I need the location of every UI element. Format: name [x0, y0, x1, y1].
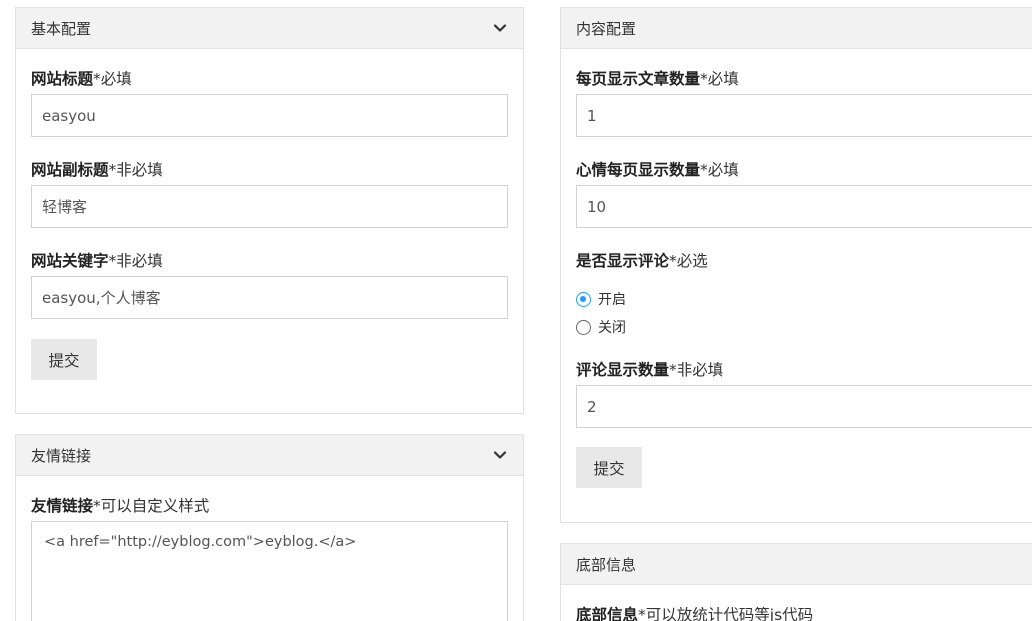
footer-info-header[interactable]: 底部信息 [561, 544, 1032, 585]
chevron-down-icon[interactable] [492, 447, 508, 463]
moods-per-page-input[interactable]: 10 [576, 185, 1032, 228]
site-subtitle-label: 网站副标题*非必填 [31, 161, 163, 179]
comment-count-input[interactable]: 2 [576, 385, 1032, 428]
footer-info-panel: 底部信息 底部信息*可以放统计代码等js代码 [560, 543, 1032, 621]
site-title-label: 网站标题*必填 [31, 70, 132, 88]
friend-links-title: 友情链接 [31, 446, 92, 465]
content-config-header[interactable]: 内容配置 [561, 8, 1032, 49]
friend-links-panel: 友情链接 友情链接*可以自定义样式 <a href="http://eyblog… [15, 434, 524, 621]
show-comments-label: 是否显示评论*必选 [576, 252, 708, 270]
comments-on-radio[interactable]: 开启 [576, 289, 626, 309]
content-config-title: 内容配置 [576, 19, 637, 38]
comments-off-radio[interactable]: 关闭 [576, 317, 626, 337]
comment-count-label: 评论显示数量*非必填 [576, 361, 724, 379]
friend-links-label: 友情链接*可以自定义样式 [31, 497, 210, 515]
friend-links-textarea[interactable]: <a href="http://eyblog.com">eyblog.</a> [31, 521, 508, 621]
site-keywords-label: 网站关键字*非必填 [31, 252, 163, 270]
basic-config-title: 基本配置 [31, 19, 92, 38]
site-title-input[interactable]: easyou [31, 94, 508, 137]
basic-config-submit-button[interactable]: 提交 [31, 339, 97, 380]
posts-per-page-label: 每页显示文章数量*必填 [576, 70, 739, 88]
content-config-submit-button[interactable]: 提交 [576, 447, 642, 488]
footer-info-label: 底部信息*可以放统计代码等js代码 [576, 606, 814, 621]
radio-checked-icon[interactable] [576, 291, 591, 307]
site-keywords-input[interactable]: easyou,个人博客 [31, 276, 508, 319]
posts-per-page-input[interactable]: 1 [576, 94, 1032, 137]
footer-info-title: 底部信息 [576, 555, 637, 574]
content-config-panel: 内容配置 每页显示文章数量*必填 1 心情每页显示数量*必填 10 是否显示评论… [560, 7, 1032, 523]
radio-unchecked-icon[interactable] [576, 319, 591, 335]
chevron-down-icon[interactable] [492, 20, 508, 36]
site-subtitle-input[interactable]: 轻博客 [31, 185, 508, 228]
basic-config-header[interactable]: 基本配置 [16, 8, 523, 49]
moods-per-page-label: 心情每页显示数量*必填 [576, 161, 739, 179]
friend-links-header[interactable]: 友情链接 [16, 435, 523, 476]
basic-config-panel: 基本配置 网站标题*必填 easyou 网站副标题*非必填 轻博客 网站关键字*… [15, 7, 524, 414]
